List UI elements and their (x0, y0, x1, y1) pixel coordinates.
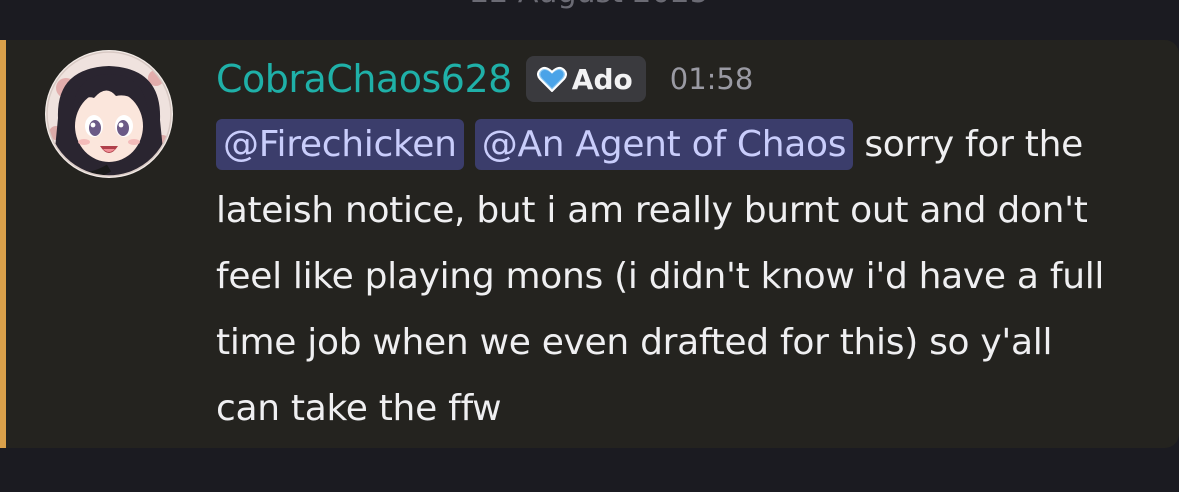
date-divider: 22 August 2025 (0, 0, 1179, 8)
mention-highlight-bar (0, 40, 6, 448)
mention-firechicken[interactable]: @Firechicken (216, 119, 464, 170)
anime-girl-avatar-icon (45, 50, 173, 178)
username[interactable]: CobraChaos628 (216, 57, 512, 101)
message-timestamp[interactable]: 01:58 (670, 62, 754, 96)
role-tag-label: Ado (571, 62, 633, 96)
avatar[interactable] (36, 48, 182, 180)
role-tag[interactable]: Ado (525, 56, 646, 102)
blue-heart-icon (536, 66, 567, 92)
chat-message[interactable]: CobraChaos628 Ado 01:58 @Firechicken @An… (0, 40, 1179, 448)
mention-an-agent-of-chaos[interactable]: @An Agent of Chaos (474, 119, 854, 170)
message-content: @Firechicken @An Agent of Chaos sorry fo… (216, 112, 1116, 442)
message-header: CobraChaos628 Ado 01:58 (216, 54, 753, 104)
